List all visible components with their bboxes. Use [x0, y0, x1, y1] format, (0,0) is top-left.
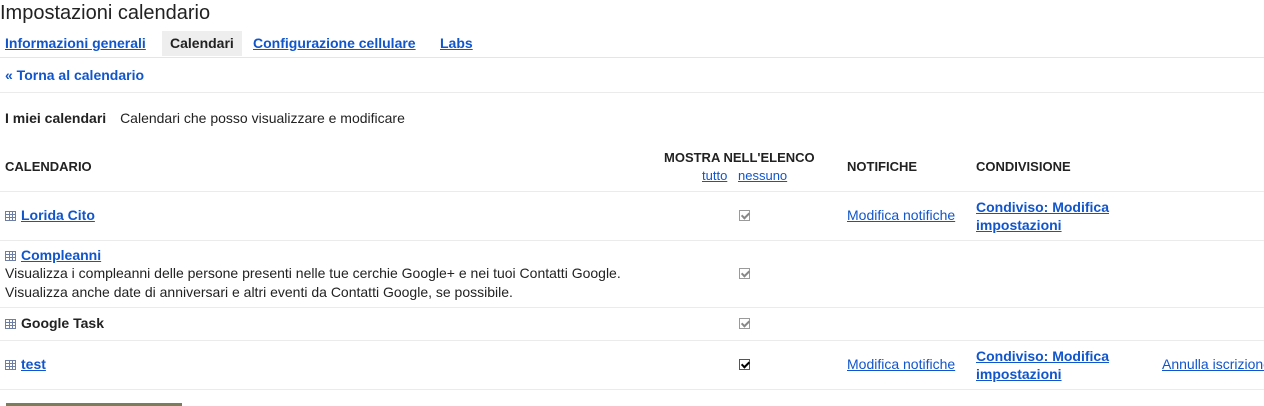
page-title: Impostazioni calendario — [0, 2, 211, 24]
calendar-description: Visualizza i compleanni delle persone pr… — [5, 265, 621, 281]
show-in-list-checkbox[interactable] — [739, 210, 750, 221]
tab-mobile-setup[interactable]: Configurazione cellulare — [253, 31, 416, 56]
calendar-icon — [5, 251, 16, 261]
calendar-name-link[interactable]: test — [21, 356, 46, 372]
divider — [0, 389, 1264, 390]
edit-notifications-link[interactable]: Modifica notifiche — [847, 207, 955, 223]
tab-calendars[interactable]: Calendari — [162, 31, 242, 56]
column-show-in-list: MOSTRA NELL'ELENCO — [664, 150, 815, 165]
column-calendar: CALENDARIO — [5, 159, 92, 174]
calendar-icon — [5, 360, 16, 370]
section-heading: I miei calendari — [5, 110, 107, 126]
calendar-name-link[interactable]: Lorida Cito — [21, 207, 95, 223]
settings-tabs: Informazioni generali Calendari Configur… — [0, 31, 1264, 58]
back-to-calendar-link[interactable]: « Torna al calendario — [5, 67, 144, 83]
show-in-list-checkbox[interactable] — [739, 268, 750, 279]
show-in-list-checkbox[interactable] — [739, 359, 750, 370]
section-subheading: Calendari che posso visualizzare e modif… — [120, 110, 405, 126]
tab-general-info[interactable]: Informazioni generali — [5, 31, 146, 56]
select-none-link[interactable]: nessuno — [738, 168, 787, 183]
show-in-list-checkbox[interactable] — [739, 318, 750, 329]
column-sharing: CONDIVISIONE — [976, 159, 1071, 174]
calendar-name-link[interactable]: Compleanni — [21, 247, 101, 263]
divider — [0, 307, 1264, 308]
sharing-settings-link[interactable]: Condiviso: Modifica impostazioni — [976, 347, 1146, 383]
unsubscribe-link[interactable]: Annulla iscrizione — [1162, 356, 1264, 372]
calendar-icon — [5, 211, 16, 221]
divider — [0, 92, 1264, 93]
select-all-link[interactable]: tutto — [702, 168, 727, 183]
divider — [0, 191, 1264, 192]
tab-labs[interactable]: Labs — [440, 31, 473, 56]
calendar-name: Google Task — [21, 315, 104, 331]
calendar-description: Visualizza anche date di anniversari e a… — [5, 284, 513, 300]
calendar-icon — [5, 319, 16, 329]
divider — [0, 240, 1264, 241]
edit-notifications-link[interactable]: Modifica notifiche — [847, 356, 955, 372]
column-notifications: NOTIFICHE — [847, 159, 918, 174]
my-calendars-header: I miei calendari Calendari che posso vis… — [5, 110, 405, 126]
divider — [0, 340, 1264, 341]
sharing-settings-link[interactable]: Condiviso: Modifica impostazioni — [976, 198, 1146, 234]
